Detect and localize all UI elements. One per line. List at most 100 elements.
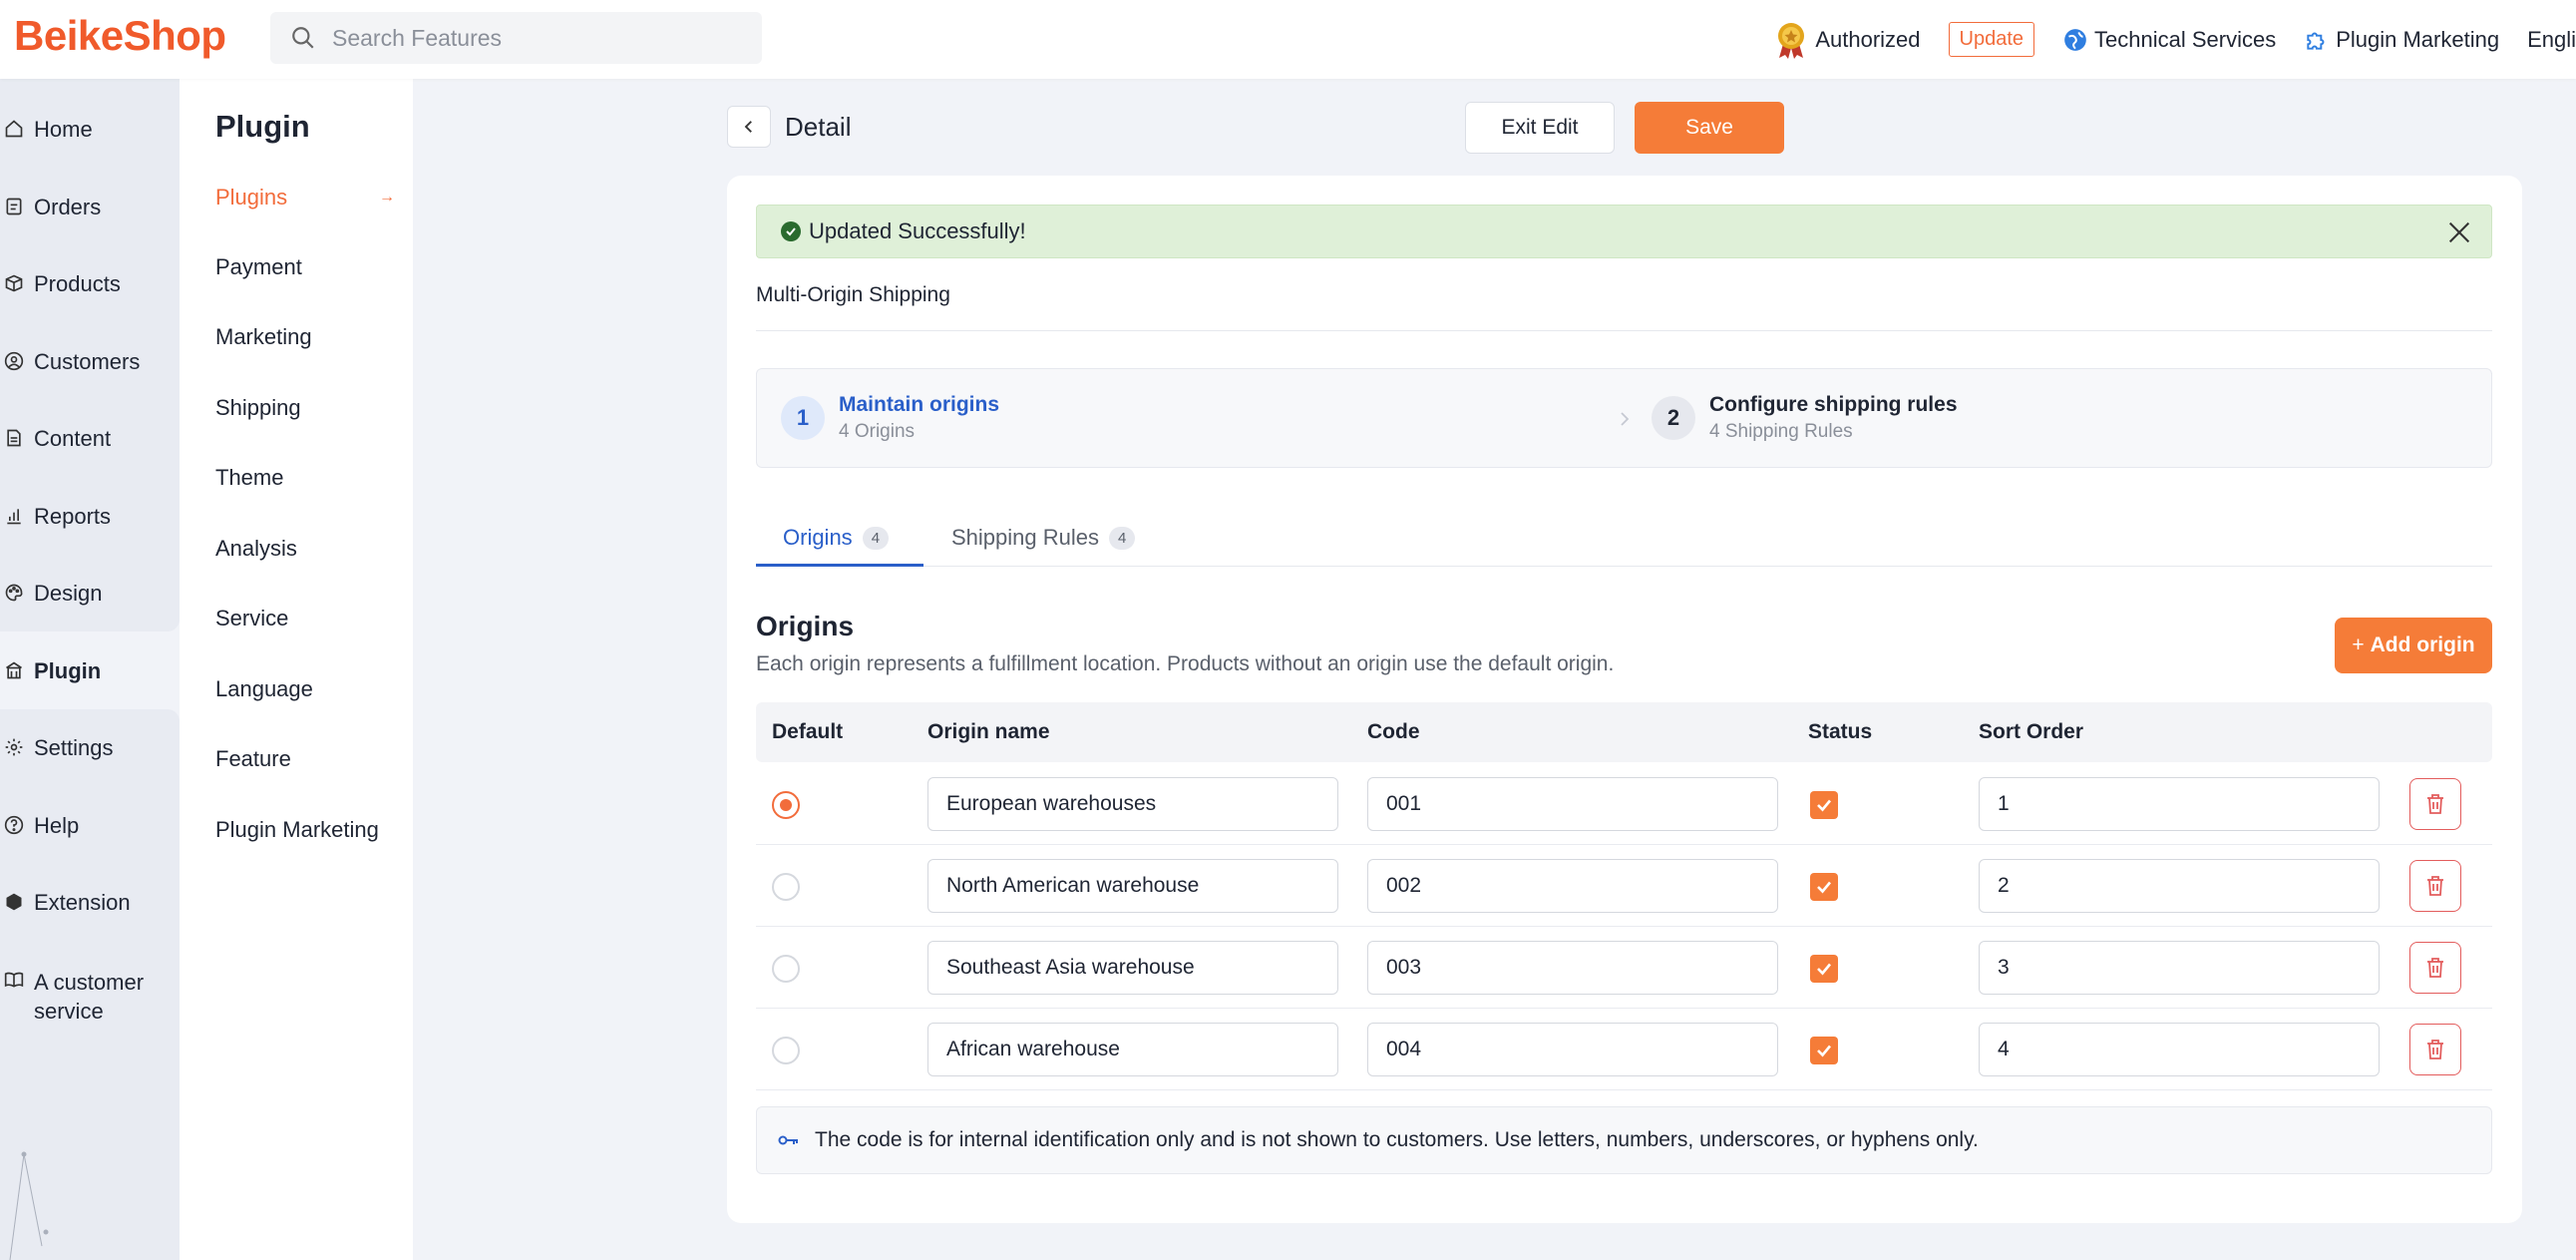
- page-header: Detail Exit Edit Save: [727, 102, 2522, 154]
- subnav-item-shipping[interactable]: Shipping: [215, 395, 405, 421]
- status-checkbox[interactable]: [1810, 955, 1838, 983]
- close-icon[interactable]: [2445, 218, 2473, 246]
- subnav-item-theme[interactable]: Theme: [215, 465, 405, 491]
- tab-shipping-rules[interactable]: Shipping Rules 4: [951, 515, 1136, 567]
- table-row: [756, 763, 2492, 845]
- origin-code-input[interactable]: [1367, 777, 1778, 831]
- logo[interactable]: BeikeShop: [14, 12, 226, 60]
- subnav-item-service[interactable]: Service: [215, 606, 405, 631]
- delete-button[interactable]: [2409, 860, 2461, 912]
- page-title: Detail: [785, 112, 852, 142]
- sidebar-item-label: Help: [34, 813, 80, 838]
- note-text: The code is for internal identification …: [815, 1128, 1979, 1151]
- column-header: Origin name: [927, 720, 1050, 743]
- subnav-item-label: Plugins: [215, 185, 288, 210]
- medal-icon: [1778, 22, 1805, 59]
- sidebar-item-products[interactable]: Products: [0, 271, 180, 297]
- column-header: Code: [1367, 720, 1420, 743]
- sidebar-item-label: Extension: [34, 890, 131, 915]
- save-button[interactable]: Save: [1635, 102, 1784, 154]
- sort-order-input[interactable]: [1979, 777, 2380, 831]
- language-switcher[interactable]: Engli: [2527, 27, 2576, 53]
- subnav-item-plugins[interactable]: Plugins →: [215, 185, 405, 210]
- language-label: Engli: [2527, 26, 2576, 52]
- arrow-right-icon: →: [379, 189, 395, 206]
- chart-icon: [7, 509, 21, 525]
- origin-name-input[interactable]: [927, 859, 1338, 913]
- default-radio[interactable]: [772, 873, 800, 901]
- table-row: [756, 1009, 2492, 1090]
- sidebar-item-orders[interactable]: Orders: [0, 195, 180, 220]
- sidebar-item-customer-service[interactable]: A customer service: [0, 968, 180, 1026]
- delete-button[interactable]: [2409, 942, 2461, 994]
- sidebar-item-help[interactable]: Help: [0, 813, 180, 839]
- sidebar-item-home[interactable]: Home: [0, 117, 180, 143]
- key-icon: [778, 1135, 798, 1145]
- sidebar-item-content[interactable]: Content: [0, 426, 180, 452]
- sidebar-item-settings[interactable]: Settings: [0, 735, 180, 761]
- tab-bar: Origins 4 Shipping Rules 4: [756, 515, 2492, 567]
- sidebar-item-customers[interactable]: Customers: [0, 349, 180, 375]
- subnav-item-plugin-marketing[interactable]: Plugin Marketing: [215, 817, 405, 843]
- section-description: Each origin represents a fulfillment loc…: [756, 652, 1615, 675]
- sort-order-input[interactable]: [1979, 859, 2380, 913]
- subnav-item-payment[interactable]: Payment: [215, 254, 405, 280]
- check-icon: [1817, 881, 1832, 894]
- column-header: Default: [772, 720, 844, 743]
- subnav-item-marketing[interactable]: Marketing: [215, 324, 405, 350]
- plugin-marketing-link[interactable]: Plugin Marketing: [2304, 27, 2499, 53]
- sort-order-input[interactable]: [1979, 1023, 2380, 1076]
- origin-name-input[interactable]: [927, 941, 1338, 995]
- sidebar-item-label: Orders: [34, 195, 102, 219]
- table-row: [756, 845, 2492, 927]
- check-icon: [1817, 963, 1832, 976]
- table-row: [756, 927, 2492, 1009]
- subnav-item-feature[interactable]: Feature: [215, 746, 405, 772]
- delete-button[interactable]: [2409, 778, 2461, 830]
- trash-icon: [2427, 794, 2443, 814]
- plugin-marketing-label: Plugin Marketing: [2336, 26, 2500, 52]
- origin-code-input[interactable]: [1367, 1023, 1778, 1076]
- tab-origins[interactable]: Origins 4: [756, 515, 923, 567]
- update-button[interactable]: Update: [1948, 22, 2035, 57]
- plugin-icon: [6, 661, 22, 679]
- origin-name-input[interactable]: [927, 1023, 1338, 1076]
- sidebar-item-design[interactable]: Design: [0, 581, 180, 607]
- default-radio[interactable]: [772, 955, 800, 983]
- sidebar-item-plugin[interactable]: Plugin: [0, 658, 180, 684]
- default-radio[interactable]: [772, 1037, 800, 1064]
- status-checkbox[interactable]: [1810, 791, 1838, 819]
- sidebar-item-label: Design: [34, 581, 103, 606]
- default-radio[interactable]: [772, 791, 800, 819]
- status-checkbox[interactable]: [1810, 1037, 1838, 1064]
- step-title: Configure shipping rules: [1709, 393, 1958, 416]
- search-input[interactable]: [332, 24, 731, 52]
- sidebar-item-label: Home: [34, 117, 93, 142]
- origin-name-input[interactable]: [927, 777, 1338, 831]
- technical-services-link[interactable]: Technical Services: [2062, 27, 2276, 53]
- search-box[interactable]: [270, 12, 762, 64]
- subnav-item-analysis[interactable]: Analysis: [215, 536, 405, 562]
- exit-edit-button[interactable]: Exit Edit: [1465, 102, 1615, 154]
- add-origin-button[interactable]: + Add origin: [2335, 618, 2492, 673]
- section-title: Origins: [756, 611, 855, 641]
- step-number: 2: [1652, 396, 1695, 440]
- status-checkbox[interactable]: [1810, 873, 1838, 901]
- home-icon: [5, 120, 23, 138]
- sidebar-item-reports[interactable]: Reports: [0, 504, 180, 530]
- user-icon: [4, 351, 24, 371]
- tab-label: Origins: [783, 525, 853, 550]
- authorized-status: Authorized: [1773, 20, 1921, 60]
- delete-button[interactable]: [2409, 1024, 2461, 1075]
- subnav-item-language[interactable]: Language: [215, 676, 405, 702]
- step-subtitle: 4 Shipping Rules: [1709, 421, 1853, 442]
- origin-code-input[interactable]: [1367, 859, 1778, 913]
- back-button[interactable]: [727, 106, 771, 148]
- origin-code-input[interactable]: [1367, 941, 1778, 995]
- success-alert: Updated Successfully!: [756, 205, 2492, 258]
- sidebar-item-extension[interactable]: Extension: [0, 890, 180, 916]
- sort-order-input[interactable]: [1979, 941, 2380, 995]
- document-icon: [7, 429, 21, 447]
- trash-icon: [2427, 876, 2443, 896]
- technical-services-label: Technical Services: [2094, 26, 2277, 52]
